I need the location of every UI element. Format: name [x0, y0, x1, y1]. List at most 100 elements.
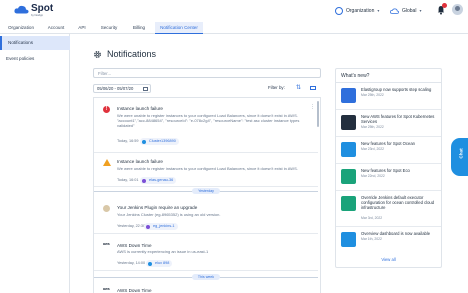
news-title: Overview dashboard is now available [361, 231, 431, 236]
news-item[interactable]: Overview dashboard is now available Mar … [336, 227, 441, 253]
date-range-value: 05/06/20 - 05/07/20 [97, 86, 134, 91]
list-item[interactable]: Instance launch failure We were unable t… [94, 153, 318, 187]
tab-account[interactable]: Account [42, 22, 70, 34]
news-title: New features for Spot Eco [361, 168, 410, 173]
day-separator-label: This week [192, 274, 220, 280]
item-time: Today, 16:01 [117, 178, 139, 182]
aws-icon: aws [103, 242, 110, 246]
news-title: New AWS features for Spot Kubernetes Ser… [361, 114, 435, 124]
news-thumbnail [341, 115, 356, 130]
page-title: Notifications [93, 49, 156, 59]
item-title: AWS Down Time [117, 288, 152, 293]
chat-button[interactable]: Chat [451, 138, 468, 176]
notification-feed: ! Instance launch failure We were unable… [93, 97, 321, 293]
logo-text: Spot [31, 3, 54, 14]
news-thumbnail [341, 142, 356, 157]
view-all-link[interactable]: View all [336, 257, 441, 262]
news-thumbnail [341, 232, 356, 247]
mail-icon[interactable] [310, 86, 316, 90]
tab-billing[interactable]: Billing [127, 22, 151, 34]
avatar[interactable] [452, 4, 463, 15]
warning-icon [103, 159, 111, 166]
tab-security[interactable]: Security [95, 22, 123, 34]
news-item[interactable]: Elastigroup now supports step scaling Ma… [336, 83, 441, 110]
whats-new-panel: What's new? Elastigroup now supports ste… [335, 68, 442, 268]
sidebar-item-notifications[interactable]: Notifications [0, 36, 70, 50]
whats-new-heading: What's new? [341, 73, 370, 79]
resource-chip[interactable]: elas-genau-36 [140, 177, 177, 184]
filter-by-label: Filter by: [268, 85, 285, 90]
item-description: AWS is currently experiencing an issue i… [117, 249, 209, 254]
list-item[interactable]: aws AWS Down Time [94, 283, 318, 293]
filter-input[interactable]: Filter... [93, 68, 321, 78]
resource-chip[interactable]: Cluster1396890 [140, 138, 179, 145]
news-item[interactable]: New features for Spot Eco Mar 22nd, 2022 [336, 164, 441, 191]
tab-notification-center[interactable]: Notification Center [155, 22, 203, 34]
news-item[interactable]: Override Jenkins default executor config… [336, 191, 441, 227]
day-separator: Yesterday [94, 188, 318, 194]
resource-chip[interactable]: eg_jenkins-1 [144, 223, 178, 230]
chevron-down-icon: ▾ [419, 8, 422, 13]
tab-organization[interactable]: Organization [4, 22, 38, 34]
item-time: Yesterday, 14:00 [117, 261, 146, 265]
news-item[interactable]: New features for Spot Ocean Mar 23rd, 20… [336, 137, 441, 164]
tab-api[interactable]: API [74, 22, 90, 34]
item-title: Your Jenkins Plugin require an upgrade [117, 205, 198, 210]
resource-icon [148, 261, 152, 266]
resource-icon [142, 139, 146, 144]
account-label: Global [402, 7, 417, 14]
news-date: Mar 3rd, 2022 [361, 216, 383, 220]
resource-icon [146, 224, 150, 229]
item-title: AWS Down Time [117, 243, 152, 248]
news-title: Elastigroup now supports step scaling [361, 87, 432, 92]
news-date: Mar 1th, 2022 [361, 237, 382, 241]
news-date: Mar 22nd, 2022 [361, 174, 385, 178]
news-title: New features for Spot Ocean [361, 141, 415, 146]
item-time: Today, 16:59 [117, 139, 139, 143]
chat-label: Chat [458, 148, 464, 159]
news-item[interactable]: New AWS features for Spot Kubernetes Ser… [336, 110, 441, 137]
list-item[interactable]: ! Instance launch failure We were unable… [94, 98, 318, 153]
list-item[interactable]: aws AWS Down Time AWS is currently exper… [94, 236, 318, 271]
item-title: Instance launch failure [117, 159, 163, 164]
notification-badge [442, 3, 447, 8]
item-title: Instance launch failure [117, 106, 163, 111]
news-date: Mar 25th, 2022 [361, 93, 384, 97]
item-time: Yesterday, 22:30 [117, 224, 146, 228]
date-range-picker[interactable]: 05/06/20 - 05/07/20 [93, 84, 151, 93]
news-thumbnail [341, 88, 356, 103]
organization-icon [335, 6, 343, 15]
account-selector[interactable]: Global ▾ [390, 5, 421, 16]
organization-selector[interactable]: Organization ▾ [335, 5, 379, 16]
news-thumbnail [341, 169, 356, 184]
chip-label: Cluster1396890 [149, 139, 176, 143]
cloud-icon [390, 7, 399, 14]
item-description: We were unable to register instances to … [117, 166, 298, 171]
chevron-down-icon: ▾ [377, 8, 380, 13]
top-bar: Spot by NetApp Organization ▾ Global ▾ [0, 0, 468, 22]
aws-icon: aws [103, 287, 110, 291]
news-date: Mar 25th, 2022 [361, 125, 384, 129]
spot-logo-icon[interactable] [14, 5, 29, 14]
item-description: Your Jenkins Cluster (eg-8965352) is usi… [117, 212, 221, 217]
chip-label: eg_jenkins-1 [153, 224, 175, 228]
day-separator-label: Yesterday [192, 188, 220, 194]
settings-tabs: Organization Account API Security Billin… [0, 22, 468, 34]
page-title-text: Notifications [107, 49, 157, 59]
news-thumbnail [341, 196, 356, 211]
day-separator: This week [94, 274, 318, 280]
error-icon: ! [103, 106, 110, 113]
item-description: We were unable to register instances to … [117, 113, 300, 128]
chip-label: elas-genau-36 [149, 178, 174, 182]
more-menu-icon[interactable]: ⋮ [310, 104, 315, 110]
sidebar: Notifications Event policies [0, 34, 70, 293]
list-item[interactable]: Your Jenkins Plugin require an upgrade Y… [94, 197, 318, 234]
logo-subtitle: by NetApp [31, 14, 44, 17]
news-title: Override Jenkins default executor config… [361, 195, 435, 210]
sort-icon[interactable]: ⇅ [296, 84, 301, 91]
organization-label: Organization [346, 7, 375, 14]
chip-label: elux 898 [155, 261, 170, 265]
resource-icon [142, 178, 146, 183]
resource-chip[interactable]: elux 898 [146, 260, 173, 267]
sidebar-item-event-policies[interactable]: Event policies [0, 52, 70, 66]
